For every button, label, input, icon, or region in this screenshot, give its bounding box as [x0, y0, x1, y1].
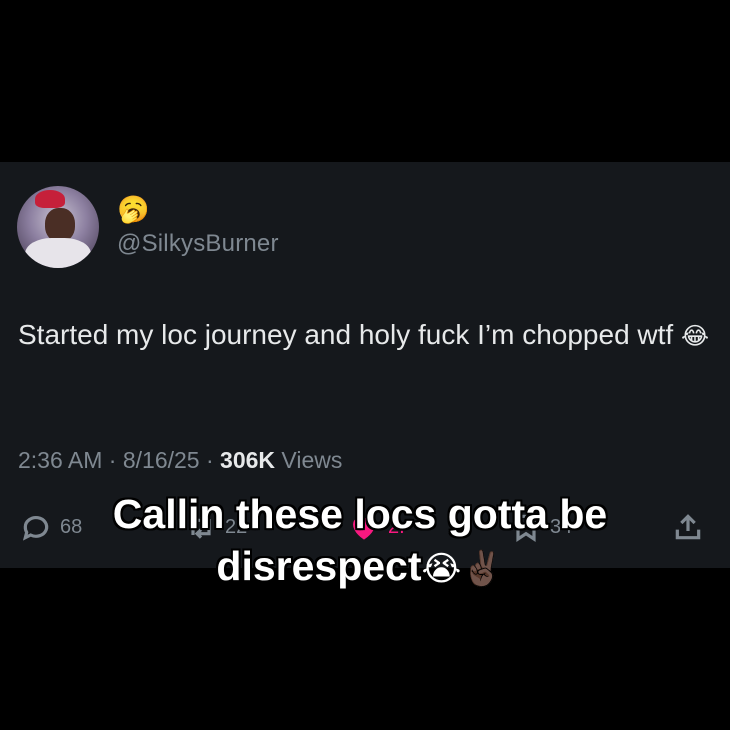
tweet-text-emoji: 😂	[681, 322, 710, 350]
caption-line-1: Callin these locs gotta be	[112, 491, 608, 537]
views-label: Views	[281, 447, 343, 473]
tweet-meta: 2:36 AM · 8/16/25 · 306K Views	[18, 447, 342, 474]
tweet-date[interactable]: 8/16/25	[123, 447, 200, 473]
share-button[interactable]	[672, 510, 704, 544]
views-count: 306K	[220, 447, 276, 473]
avatar-face	[45, 208, 75, 242]
user-handle[interactable]: @SilkysBurner	[117, 230, 279, 258]
caption-line-2-text: disrespect	[216, 543, 422, 589]
video-caption: Callin these locs gotta be disrespect😭✌🏿	[60, 488, 660, 595]
avatar-hat	[35, 190, 65, 208]
avatar[interactable]	[17, 186, 99, 268]
tweet-time[interactable]: 2:36 AM	[18, 447, 102, 473]
reply-icon	[22, 516, 49, 541]
caption-emojis: 😭✌🏿	[421, 549, 504, 589]
caption-line-2: disrespect😭✌🏿	[60, 540, 660, 595]
tweet-text-body: Started my loc journey and holy fuck I’m…	[18, 319, 674, 350]
avatar-shirt	[25, 238, 91, 268]
display-name-emoji[interactable]: 🥱	[117, 194, 149, 226]
share-icon	[675, 514, 701, 540]
meta-separator: ·	[205, 447, 214, 473]
meta-separator: ·	[108, 447, 117, 473]
tweet-text: Started my loc journey and holy fuck I’m…	[18, 316, 718, 355]
